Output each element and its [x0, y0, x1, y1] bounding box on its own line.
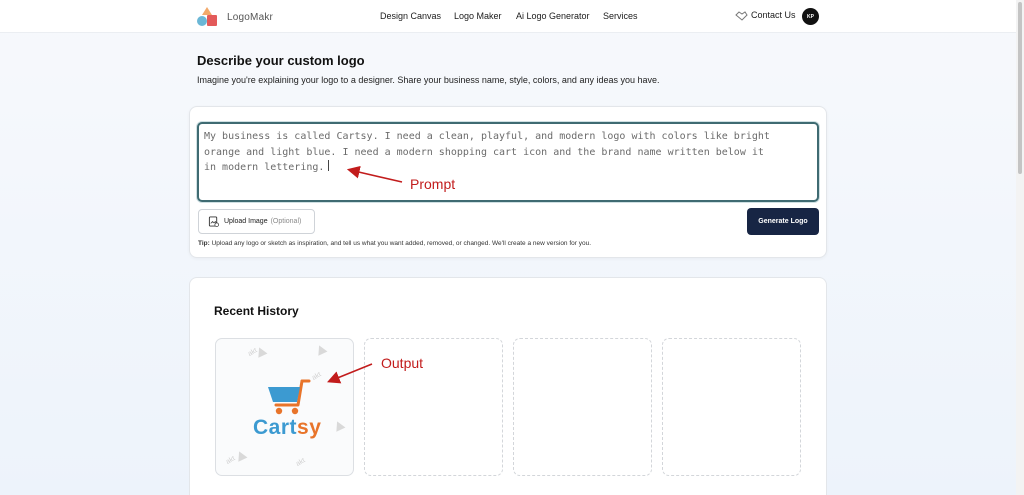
contact-us-label: Contact Us	[751, 10, 796, 20]
main-nav: Design Canvas Logo Maker Ai Logo Generat…	[0, 11, 1016, 25]
tip-body: Upload any logo or sketch as inspiration…	[211, 240, 592, 247]
contact-us-link[interactable]: Contact Us	[735, 10, 796, 21]
upload-image-button[interactable]: Upload Image (Optional)	[198, 209, 315, 234]
cart-icon	[268, 379, 311, 415]
upload-label: Upload Image	[224, 218, 268, 225]
output-annotation-label: Output	[381, 355, 424, 371]
tip-text: Tip: Upload any logo or sketch as inspir…	[198, 240, 591, 247]
text-caret	[328, 160, 330, 171]
watermark-text: akt	[224, 455, 237, 466]
watermark-shape	[314, 343, 328, 356]
contact-icon	[735, 10, 748, 21]
nav-logo-maker[interactable]: Logo Maker	[454, 11, 502, 21]
user-avatar[interactable]: KP	[802, 8, 819, 25]
brand-part-2: sy	[297, 416, 322, 439]
watermark-text: akt	[294, 457, 307, 468]
brand-part-1: Cart	[253, 416, 298, 439]
generate-logo-button[interactable]: Generate Logo	[747, 208, 819, 235]
watermark-shape	[332, 419, 346, 432]
tip-label: Tip:	[198, 240, 210, 247]
history-title: Recent History	[214, 304, 299, 318]
nav-design-canvas[interactable]: Design Canvas	[380, 11, 441, 21]
upload-optional-label: (Optional)	[270, 218, 302, 225]
upload-image-icon	[208, 216, 219, 227]
prompt-textarea[interactable]: My business is called Cartsy. I need a c…	[197, 122, 819, 202]
brand-wordmark: Cartsy	[253, 416, 321, 440]
watermark-shape	[234, 449, 248, 462]
history-item-4[interactable]	[662, 338, 801, 476]
scrollbar-thumb[interactable]	[1018, 2, 1022, 174]
describe-title: Describe your custom logo	[197, 53, 365, 68]
nav-ai-logo-generator[interactable]: Ai Logo Generator	[516, 11, 590, 21]
prompt-text: My business is called Cartsy. I need a c…	[204, 131, 770, 173]
history-item-3[interactable]	[513, 338, 652, 476]
top-navigation-bar: LogoMakr Design Canvas Logo Maker Ai Log…	[0, 0, 1016, 33]
prompt-annotation-label: Prompt	[410, 176, 456, 192]
nav-services[interactable]: Services	[603, 11, 638, 21]
describe-subtitle: Imagine you're explaining your logo to a…	[197, 75, 660, 85]
